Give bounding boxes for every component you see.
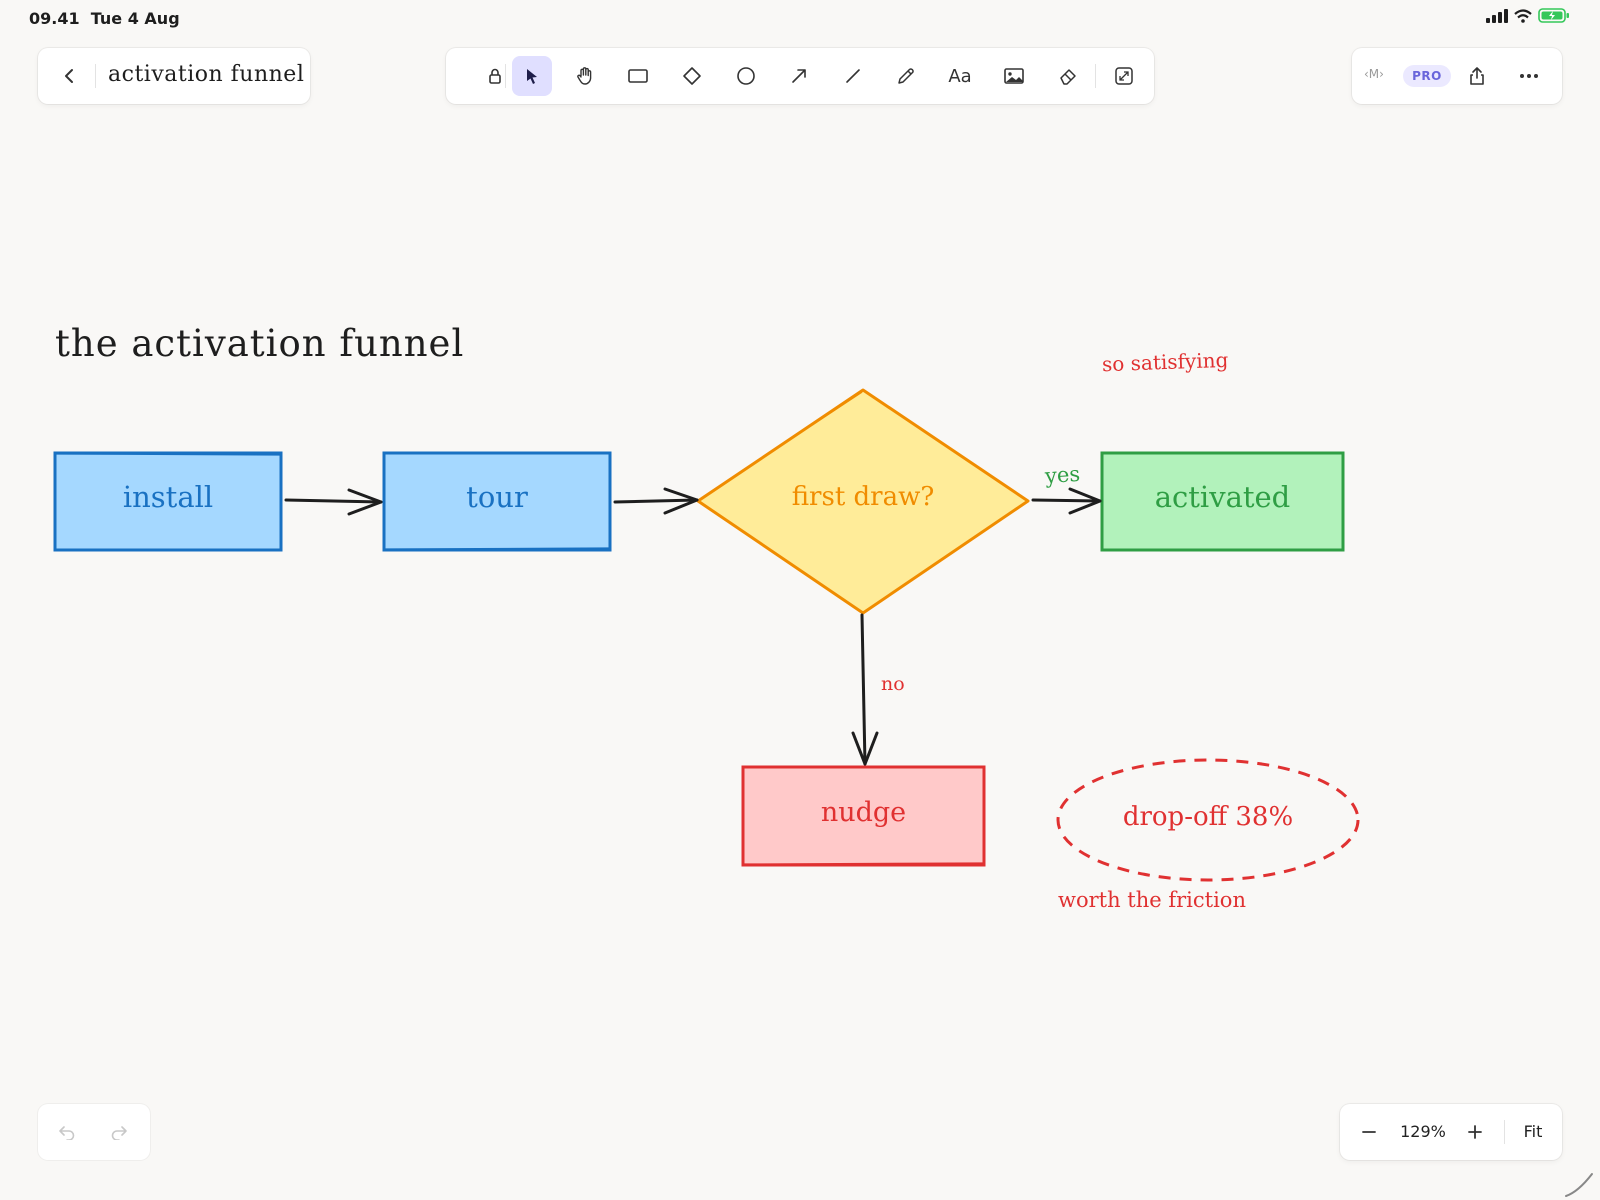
more-button[interactable] [1514, 61, 1544, 91]
drawing-canvas[interactable] [0, 0, 1600, 1200]
tool-diamond[interactable] [672, 56, 712, 96]
line-icon [846, 69, 860, 83]
tool-selection[interactable] [512, 56, 552, 96]
edge-label-no[interactable]: no [881, 673, 905, 695]
fit-button[interactable]: Fit [1512, 1122, 1554, 1141]
diamond-icon [683, 67, 701, 85]
chevron-left-icon [65, 69, 73, 83]
pencil-icon [898, 68, 914, 84]
toolbar-divider [1095, 64, 1096, 88]
title-divider [95, 64, 96, 88]
undo-button[interactable] [52, 1117, 82, 1147]
activated-label: activated [1154, 480, 1291, 514]
edge-label-yes[interactable]: yes [1044, 462, 1081, 488]
eraser-icon [1060, 69, 1076, 85]
tool-draw[interactable] [886, 56, 926, 96]
note-so-satisfying[interactable]: so satisfying [1102, 348, 1229, 376]
canvas-title[interactable]: the activation funnel [55, 322, 464, 365]
arrow-decision-activated[interactable] [1031, 487, 1102, 515]
zoom-panel: 129% Fit [1340, 1104, 1562, 1160]
tool-extra[interactable] [1104, 56, 1144, 96]
rectangle-icon [628, 69, 648, 83]
tool-image[interactable] [994, 56, 1034, 96]
hand-icon [577, 67, 592, 85]
zoom-out-button[interactable] [1354, 1117, 1384, 1147]
pro-badge[interactable]: PRO [1403, 65, 1451, 87]
zoom-level[interactable]: 129% [1388, 1122, 1458, 1141]
arrow-icon [792, 69, 806, 83]
tool-text[interactable]: Aa [940, 56, 980, 96]
tool-rectangle[interactable] [618, 56, 658, 96]
image-icon [1004, 68, 1024, 84]
tool-ellipse[interactable] [726, 56, 766, 96]
undo-icon [59, 1126, 75, 1140]
share-icon [1470, 67, 1484, 85]
nudge-label: nudge [820, 797, 907, 828]
tool-lock[interactable] [475, 56, 515, 96]
dropoff-label: drop-off 38% [1122, 802, 1294, 832]
pointer-icon [527, 69, 537, 84]
minus-icon [1362, 1131, 1376, 1133]
zoom-in-button[interactable] [1460, 1117, 1490, 1147]
plus-icon [1468, 1125, 1482, 1139]
tour-label: tour [466, 480, 528, 514]
zoom-divider [1504, 1120, 1505, 1144]
text-icon: Aa [948, 65, 972, 87]
arrow-install-tour[interactable] [284, 488, 383, 516]
title-panel: activation funnel [38, 48, 310, 104]
back-button[interactable] [54, 61, 84, 91]
install-label: install [122, 480, 214, 514]
circle-icon [737, 67, 755, 85]
history-panel [38, 1104, 150, 1160]
note-worth-the-friction[interactable]: worth the friction [1058, 888, 1246, 912]
toolbar: Aa [446, 48, 1154, 104]
arrow-tour-decision[interactable] [613, 487, 699, 515]
top-right-panel: ‹M› PRO [1352, 48, 1562, 104]
tool-hand[interactable] [565, 56, 605, 96]
lock-icon [489, 68, 501, 84]
tool-eraser[interactable] [1048, 56, 1088, 96]
pencil-hover-mark [1565, 1173, 1593, 1197]
tool-arrow[interactable] [779, 56, 819, 96]
more-icon [1520, 74, 1538, 78]
resize-icon [1115, 67, 1133, 85]
share-button[interactable] [1462, 61, 1492, 91]
markdown-badge[interactable]: ‹M› [1364, 67, 1384, 81]
arrow-decision-nudge[interactable] [851, 613, 879, 766]
document-title[interactable]: activation funnel [108, 62, 304, 87]
first-draw-label: first draw? [791, 482, 935, 512]
toolbar-divider [505, 64, 506, 88]
tool-line[interactable] [833, 56, 873, 96]
redo-button[interactable] [104, 1117, 134, 1147]
redo-icon [111, 1126, 127, 1140]
